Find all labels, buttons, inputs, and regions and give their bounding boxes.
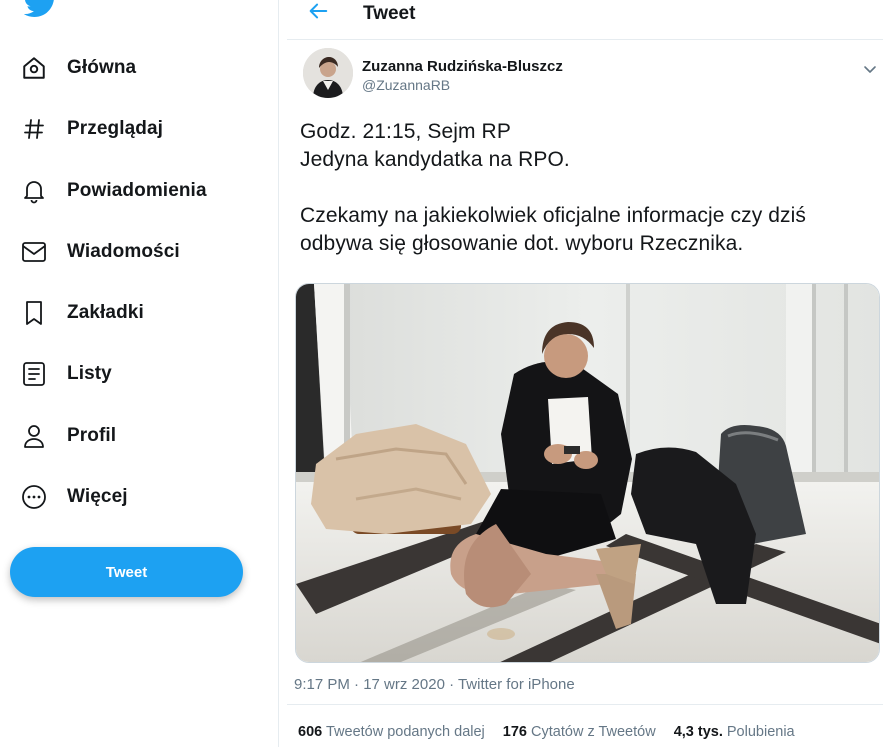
- stat-count: 4,3 tys.: [673, 724, 723, 740]
- sidebar-item-label: Więcej: [67, 486, 128, 507]
- page-title: Tweet: [363, 3, 416, 24]
- retweets-stat[interactable]: 606 Tweetów podanych dalej: [298, 724, 485, 740]
- sidebar-item-label: Zakładki: [67, 302, 144, 323]
- sidebar-item-profile[interactable]: Profil: [20, 416, 116, 456]
- sidebar-item-messages[interactable]: Wiadomości: [20, 232, 180, 272]
- stat-label: Polubienia: [726, 724, 795, 740]
- sidebar-item-notifications[interactable]: Powiadomienia: [20, 171, 207, 211]
- sidebar-item-label: Główna: [67, 57, 137, 78]
- sidebar-item-more[interactable]: Więcej: [20, 477, 128, 517]
- stat-count: 606: [298, 724, 323, 740]
- sidebar-item-home[interactable]: Główna: [20, 48, 136, 88]
- back-arrow-icon[interactable]: [307, 0, 329, 22]
- bookmark-icon: [20, 299, 48, 327]
- sidebar-item-label: Wiadomości: [67, 241, 180, 262]
- tweet-compose-button[interactable]: Tweet: [10, 547, 243, 597]
- sidebar-divider: [278, 0, 279, 747]
- home-icon: [20, 54, 48, 82]
- chevron-down-icon[interactable]: [861, 60, 879, 78]
- quote-tweets-stat[interactable]: 176 Cytatów z Tweetów: [503, 724, 656, 740]
- author-name[interactable]: Zuzanna Rudzińska-Bluszcz: [362, 58, 563, 75]
- person-icon: [20, 422, 48, 450]
- likes-stat[interactable]: 4,3 tys. Polubienia: [674, 724, 795, 740]
- tweet-text: Godz. 21:15, Sejm RP Jedyna kandydatka n…: [300, 120, 806, 255]
- author-handle[interactable]: @ZuzannaRB: [362, 77, 450, 93]
- sidebar-item-bookmarks[interactable]: Zakładki: [20, 293, 144, 333]
- sidebar-item-label: Listy: [67, 363, 112, 384]
- tweet-photo[interactable]: [295, 283, 880, 663]
- tweet-timestamp[interactable]: 9:17 PM · 17 wrz 2020 · Twitter for iPho…: [294, 676, 575, 693]
- stat-count: 176: [502, 724, 527, 740]
- tweet-detail-column: Tweet Zuzanna Rudzińska-Bluszcz @Zuzanna…: [287, 0, 883, 747]
- stats-divider: [287, 704, 883, 705]
- bell-icon: [20, 177, 48, 205]
- sidebar-item-lists[interactable]: Listy: [20, 354, 112, 394]
- hashtag-icon: [20, 115, 48, 143]
- stat-label: Cytatów z Tweetów: [531, 724, 656, 740]
- more-circle-icon: [20, 483, 48, 511]
- envelope-icon: [20, 238, 48, 266]
- list-icon: [20, 360, 48, 388]
- sidebar-item-label: Przeglądaj: [67, 118, 164, 139]
- page-header: Tweet: [287, 0, 883, 40]
- sidebar-item-explore[interactable]: Przeglądaj: [20, 109, 163, 149]
- twitter-logo-icon[interactable]: [24, 0, 58, 20]
- avatar[interactable]: [303, 48, 353, 98]
- sidebar-item-label: Profil: [67, 425, 117, 446]
- tweet-stats: 606 Tweetów podanych dalej 176 Cytatów z…: [298, 724, 813, 740]
- stat-label: Tweetów podanych dalej: [325, 724, 485, 740]
- sidebar: Główna Przeglądaj Powiadomienia Wiadomoś…: [0, 0, 278, 747]
- sidebar-item-label: Powiadomienia: [67, 180, 207, 201]
